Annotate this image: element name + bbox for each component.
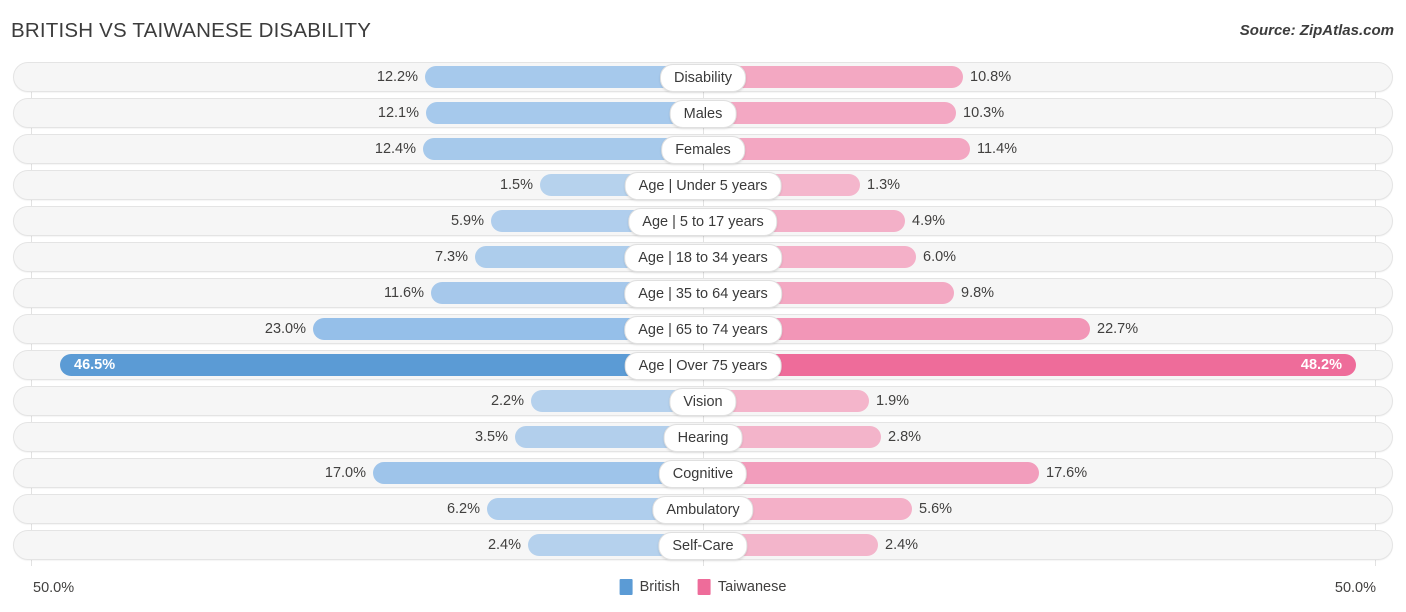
bar-value-british: 7.3% <box>434 249 468 265</box>
bar-row: 2.2% 1.9% Vision <box>0 386 1406 416</box>
bar-row: 5.9% 4.9% Age | 5 to 17 years <box>0 206 1406 236</box>
bar-row: 12.2% 10.8% Disability <box>0 62 1406 92</box>
bar-row: 17.0% 17.6% Cognitive <box>0 458 1406 488</box>
bar-british <box>373 462 703 484</box>
bar-value-british: 12.2% <box>376 69 418 85</box>
bar-value-taiwanese: 17.6% <box>1046 465 1088 481</box>
chart-header: BRITISH VS TAIWANESE DISABILITY Source: … <box>0 0 1406 60</box>
bar-row: 1.5% 1.3% Age | Under 5 years <box>0 170 1406 200</box>
bar-row: 6.2% 5.6% Ambulatory <box>0 494 1406 524</box>
legend-item: Taiwanese <box>697 579 787 595</box>
legend-item: British <box>619 579 680 595</box>
bar-row: 46.5% 48.2% Age | Over 75 years <box>0 350 1406 380</box>
bar-row: 7.3% 6.0% Age | 18 to 34 years <box>0 242 1406 272</box>
legend-label: Taiwanese <box>717 579 787 595</box>
bar-taiwanese <box>703 462 1039 484</box>
bar-row: 3.5% 2.8% Hearing <box>0 422 1406 452</box>
bar-value-taiwanese: 48.2% <box>1300 357 1342 373</box>
bar-value-taiwanese: 11.4% <box>977 141 1018 157</box>
bar-row-label: Females <box>661 136 745 164</box>
axis-label-right: 50.0% <box>1334 580 1376 596</box>
bar-value-taiwanese: 9.8% <box>961 285 995 301</box>
bar-value-british: 2.2% <box>490 393 524 409</box>
bar-british <box>426 102 703 124</box>
axis-label-left: 50.0% <box>33 580 75 596</box>
bar-row-label: Age | 35 to 64 years <box>624 280 782 308</box>
bar-row-label: Males <box>669 100 737 128</box>
bar-value-taiwanese: 4.9% <box>912 213 946 229</box>
source-attribution: Source: ZipAtlas.com <box>1239 22 1394 39</box>
bar-value-british: 17.0% <box>324 465 366 481</box>
bar-value-british: 3.5% <box>474 429 508 445</box>
bar-value-taiwanese: 5.6% <box>919 501 953 517</box>
bar-value-british: 46.5% <box>74 357 116 373</box>
bar-row-label: Age | Under 5 years <box>624 172 782 200</box>
page-title: BRITISH VS TAIWANESE DISABILITY <box>11 19 372 42</box>
bar-row: 23.0% 22.7% Age | 65 to 74 years <box>0 314 1406 344</box>
bar-value-taiwanese: 6.0% <box>923 249 957 265</box>
bar-value-british: 12.1% <box>377 105 419 121</box>
bar-taiwanese <box>703 354 1356 376</box>
bar-taiwanese <box>703 102 956 124</box>
bar-value-taiwanese: 10.8% <box>970 69 1012 85</box>
bar-row-label: Age | 5 to 17 years <box>628 208 778 236</box>
bar-value-british: 6.2% <box>446 501 480 517</box>
bar-value-taiwanese: 2.8% <box>888 429 922 445</box>
bar-value-british: 2.4% <box>487 537 521 553</box>
bar-value-taiwanese: 1.3% <box>867 177 901 193</box>
bar-value-british: 23.0% <box>264 321 306 337</box>
bar-value-british: 5.9% <box>450 213 484 229</box>
chart-footer: 50.0% 50.0% British Taiwanese <box>0 574 1406 612</box>
bar-value-taiwanese: 10.3% <box>963 105 1005 121</box>
bar-row-label: Cognitive <box>658 460 748 488</box>
bar-row: 12.4% 11.4% Females <box>0 134 1406 164</box>
bar-value-british: 11.6% <box>383 285 424 301</box>
bar-row: 12.1% 10.3% Males <box>0 98 1406 128</box>
bar-british <box>60 354 703 376</box>
bar-value-british: 12.4% <box>374 141 416 157</box>
bar-row-label: Age | 18 to 34 years <box>624 244 782 272</box>
bar-rows: 12.2% 10.8% Disability 12.1% 10.3% Males 12.4%… <box>0 62 1406 566</box>
bar-row-label: Age | Over 75 years <box>624 352 782 380</box>
chart-plot-area: 12.2% 10.8% Disability 12.1% 10.3% Males 12.4%… <box>0 62 1406 574</box>
bar-row-label: Age | 65 to 74 years <box>624 316 782 344</box>
bar-row-label: Ambulatory <box>652 496 754 524</box>
chart-legend: British Taiwanese <box>619 579 787 595</box>
legend-swatch-icon <box>619 579 633 595</box>
bar-row: 2.4% 2.4% Self-Care <box>0 530 1406 560</box>
bar-value-taiwanese: 2.4% <box>885 537 919 553</box>
legend-swatch-icon <box>697 579 711 595</box>
bar-row-label: Self-Care <box>658 532 748 560</box>
legend-label: British <box>639 579 680 595</box>
bar-row-label: Vision <box>669 388 737 416</box>
bar-value-taiwanese: 1.9% <box>876 393 910 409</box>
bar-row: 11.6% 9.8% Age | 35 to 64 years <box>0 278 1406 308</box>
bar-value-british: 1.5% <box>499 177 533 193</box>
bar-row-label: Disability <box>659 64 747 92</box>
bar-value-taiwanese: 22.7% <box>1097 321 1139 337</box>
bar-row-label: Hearing <box>663 424 743 452</box>
